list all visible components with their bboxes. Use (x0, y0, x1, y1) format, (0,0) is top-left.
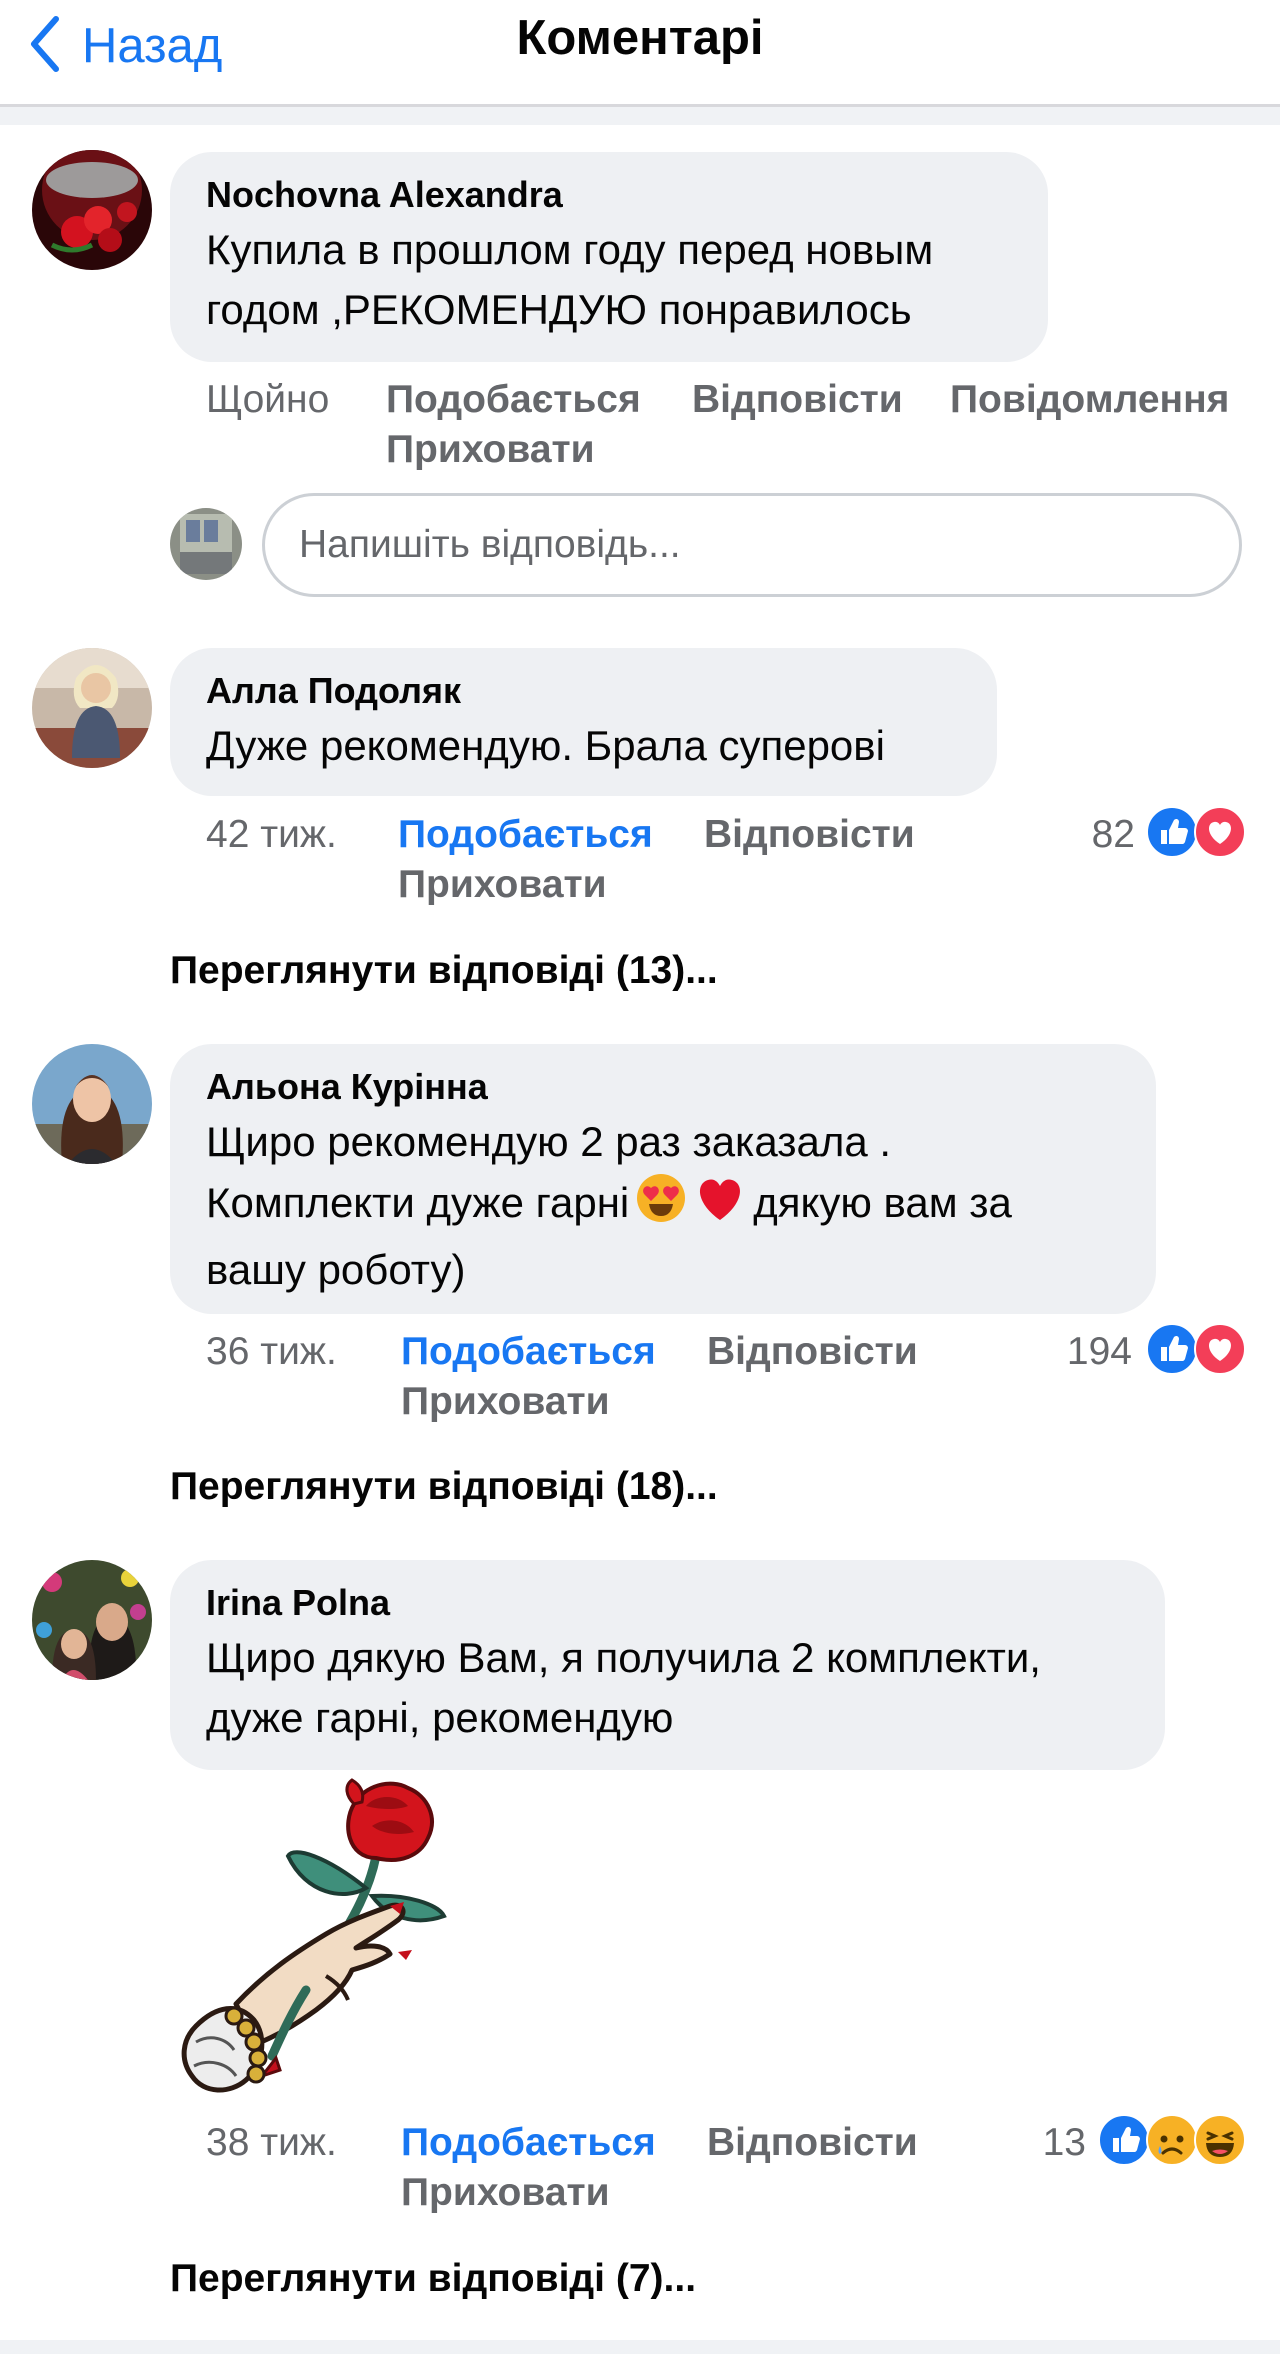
hide-button[interactable]: Приховати (398, 860, 607, 910)
comment-text-segment: Комплекти дуже гарні (206, 1179, 630, 1227)
comment-text: годом ,РЕКОМЕНДУЮ понравилось (206, 286, 912, 333)
like-button[interactable]: Подобається (386, 375, 641, 425)
hide-button[interactable]: Приховати (386, 425, 595, 475)
current-user-avatar (170, 508, 242, 580)
top-bar: Назад Коментарі (0, 0, 1280, 107)
view-replies-link[interactable]: Переглянути відповіді (18)... (170, 1462, 718, 1512)
comment-text: Щиро дякую Вам, я получила 2 комплекти, (206, 1634, 1041, 1681)
header-separator (0, 107, 1280, 125)
comment-time: Щойно (206, 378, 330, 421)
like-icon[interactable] (1146, 806, 1198, 858)
avatar[interactable] (32, 150, 152, 270)
like-button[interactable]: Подобається (401, 1327, 656, 1377)
bottom-separator (0, 2340, 1280, 2354)
reply-button[interactable]: Відповісти (692, 375, 903, 425)
comment-author[interactable]: Альона Курінна (206, 1066, 1120, 1108)
reaction-count[interactable]: 194 (1000, 1327, 1132, 1377)
reaction-count[interactable]: 13 (1000, 2118, 1086, 2168)
comment-time: 36 тиж. (206, 1330, 337, 1373)
comment-bubble[interactable]: Irina Polna Щиро дякую Вам, я получила 2… (170, 1560, 1165, 1770)
comment-author[interactable]: Алла Подоляк (206, 670, 961, 712)
red-heart-emoji (693, 1172, 747, 1240)
sad-icon[interactable] (1146, 2114, 1198, 2166)
comment-text: Купила в прошлом году перед новым (206, 226, 934, 273)
like-button[interactable]: Подобається (401, 2118, 656, 2168)
reply-button[interactable]: Відповісти (707, 2118, 918, 2168)
avatar[interactable] (32, 648, 152, 768)
avatar[interactable] (32, 1560, 152, 1680)
comment-text-segment: дякую вам за (753, 1179, 1012, 1227)
reply-button[interactable]: Відповісти (704, 810, 915, 860)
comment-author[interactable]: Nochovna Alexandra (206, 174, 1012, 216)
view-replies-link[interactable]: Переглянути відповіді (7)... (170, 2254, 696, 2304)
like-button[interactable]: Подобається (398, 810, 653, 860)
view-replies-link[interactable]: Переглянути відповіді (13)... (170, 946, 718, 996)
comment-bubble[interactable]: Альона Курінна Щиро рекомендую 2 раз зак… (170, 1044, 1156, 1314)
report-button[interactable]: Повідомлення (950, 375, 1229, 425)
reply-input[interactable] (262, 493, 1242, 597)
hand-holding-rose-sticker[interactable] (176, 1776, 496, 2106)
reaction-count[interactable]: 82 (1000, 810, 1135, 860)
comment-text: вашу роботу) (206, 1246, 466, 1293)
comment-text-line: Комплекти дуже гарні дякую вам за (206, 1172, 1120, 1240)
heart-icon[interactable] (1194, 1323, 1246, 1375)
comment-time: 38 тиж. (206, 2121, 337, 2164)
reply-button[interactable]: Відповісти (707, 1327, 918, 1377)
comment-text: Дуже рекомендую. Брала суперові (206, 722, 885, 769)
page-title: Коментарі (516, 11, 764, 65)
comment-bubble[interactable]: Nochovna Alexandra Купила в прошлом году… (170, 152, 1048, 362)
hide-button[interactable]: Приховати (401, 1377, 610, 1427)
like-icon[interactable] (1098, 2114, 1150, 2166)
comment-text: Щиро рекомендую 2 раз заказала . (206, 1118, 892, 1165)
like-icon[interactable] (1146, 1323, 1198, 1375)
avatar[interactable] (32, 1044, 152, 1164)
comment-author[interactable]: Irina Polna (206, 1582, 1129, 1624)
hide-button[interactable]: Приховати (401, 2168, 610, 2218)
comment-bubble[interactable]: Алла Подоляк Дуже рекомендую. Брала супе… (170, 648, 997, 796)
haha-icon[interactable] (1194, 2114, 1246, 2166)
heart-icon[interactable] (1194, 806, 1246, 858)
heart-eyes-emoji (635, 1172, 687, 1240)
comment-text: дуже гарні, рекомендую (206, 1694, 674, 1741)
comment-time: 42 тиж. (206, 813, 337, 856)
